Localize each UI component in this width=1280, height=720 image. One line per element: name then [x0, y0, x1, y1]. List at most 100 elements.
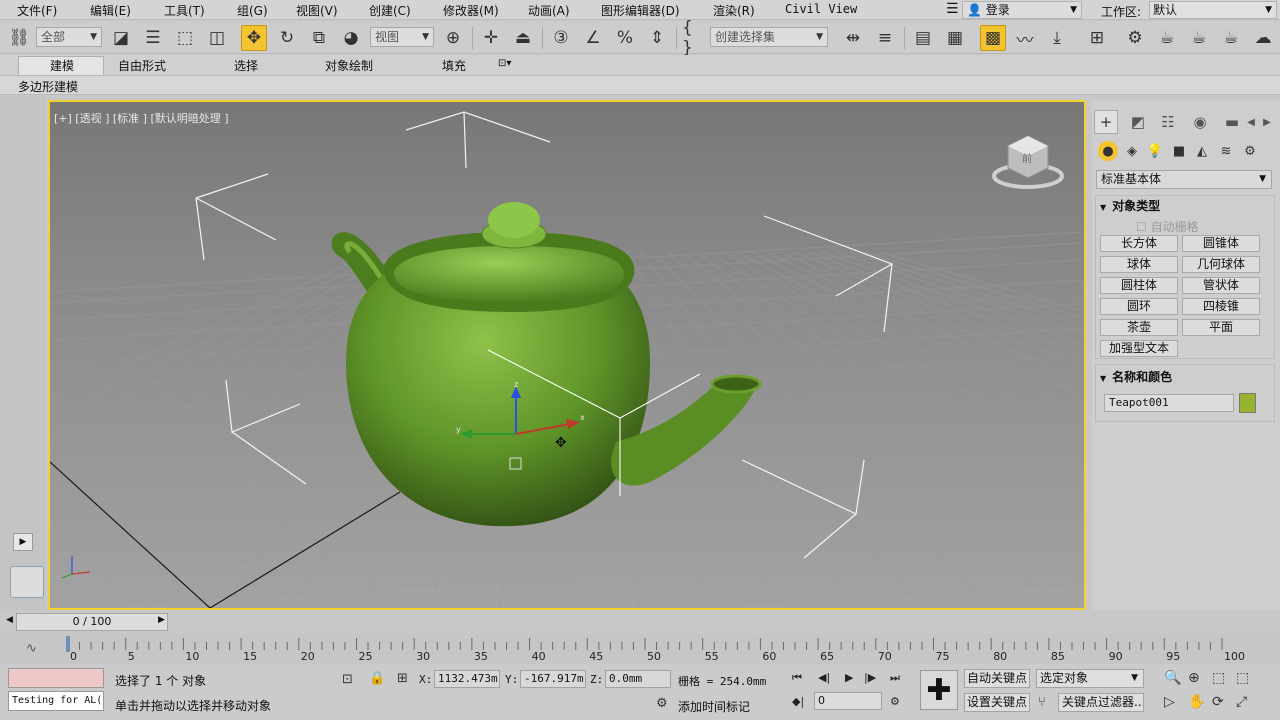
toggle-ribbon-icon[interactable]: ▦ — [942, 25, 968, 51]
absolute-relative-icon[interactable]: ⊞ — [397, 671, 408, 686]
zoom-icon[interactable]: 🔍 — [1164, 670, 1181, 686]
x-coordinate-field[interactable]: 1132.473m — [434, 670, 500, 688]
menu-view[interactable]: 视图(V) — [296, 2, 338, 19]
z-coordinate-field[interactable]: 0.0mm — [605, 670, 671, 688]
create-tab-icon[interactable]: + — [1094, 110, 1118, 134]
select-place-icon[interactable]: ◕ — [338, 25, 364, 51]
current-frame-field[interactable]: 0 — [814, 692, 882, 710]
object-type-button[interactable]: 四棱锥 — [1182, 298, 1260, 315]
edit-named-sets-icon[interactable]: { } — [682, 18, 708, 58]
time-tag-icon[interactable]: ⚙ — [656, 696, 668, 711]
previous-frame-icon[interactable]: ◀| — [818, 671, 830, 684]
viewport-layout-tab[interactable] — [10, 566, 44, 598]
select-object-icon[interactable]: ◪ — [108, 25, 134, 51]
window-crossing-icon[interactable]: ◫ — [204, 25, 230, 51]
schematic-view-icon[interactable]: ⤓ — [1044, 25, 1070, 51]
select-manipulate-icon[interactable]: ✛ — [478, 25, 504, 51]
maxscript-listener-input[interactable] — [8, 668, 104, 688]
object-type-button[interactable]: 圆锥体 — [1182, 235, 1260, 252]
select-scale-icon[interactable]: ⧉ — [306, 25, 332, 51]
link-icon[interactable]: ⛓ — [6, 25, 32, 51]
menu-animation[interactable]: 动画(A) — [528, 2, 570, 19]
key-mode-select[interactable]: 选定对象 ▼ — [1036, 669, 1144, 688]
zoom-extents-icon[interactable]: ⬚ — [1212, 670, 1225, 686]
object-type-button[interactable]: 平面 — [1182, 319, 1260, 336]
menu-modifiers[interactable]: 修改器(M) — [443, 2, 499, 19]
curve-editor-icon[interactable]: 〰 — [1012, 25, 1038, 51]
ribbon-panel-label[interactable]: 多边形建模 — [18, 78, 78, 95]
time-next-icon[interactable]: ▶ — [158, 615, 165, 625]
ribbon-tab-modeling[interactable]: 建模 — [50, 57, 74, 74]
systems-icon[interactable]: ⚙ — [1240, 141, 1260, 161]
layer-explorer-icon[interactable]: ▤ — [910, 25, 936, 51]
menu-file[interactable]: 文件(F) — [17, 2, 57, 19]
align-icon[interactable]: ≡ — [872, 25, 898, 51]
render-production-icon[interactable]: ☕ — [1186, 25, 1212, 51]
key-filters-icon[interactable]: ⑂ — [1038, 695, 1046, 710]
scene-explorer-icon[interactable]: ▩ — [980, 25, 1006, 51]
motion-tab-icon[interactable]: ◉ — [1188, 110, 1212, 134]
object-name-field[interactable]: Teapot001 — [1104, 394, 1234, 412]
ribbon-tab-selection[interactable]: 选择 — [234, 57, 258, 74]
go-to-start-icon[interactable]: ⏮ — [792, 671, 802, 685]
rect-selection-icon[interactable]: ⬚ — [172, 25, 198, 51]
render-setup-icon[interactable]: ⚙ — [1122, 25, 1148, 51]
menu-rendering[interactable]: 渲染(R) — [713, 2, 755, 19]
object-type-button[interactable]: 管状体 — [1182, 277, 1260, 294]
menu-create[interactable]: 创建(C) — [369, 2, 411, 19]
lights-icon[interactable]: 💡 — [1145, 141, 1165, 161]
time-slider[interactable]: 0 / 100 — [16, 613, 168, 631]
cameras-icon[interactable]: ■ — [1169, 141, 1189, 161]
time-config-icon[interactable]: ⚙ — [890, 695, 900, 708]
go-to-end-icon[interactable]: ⏭ — [890, 671, 900, 685]
workspace-select[interactable]: 默认 ▼ — [1149, 1, 1277, 19]
ribbon-options-icon[interactable]: ⊡▾ — [498, 58, 511, 69]
auto-key-button[interactable]: 自动关键点 — [964, 669, 1030, 688]
set-key-icon[interactable]: ✚ — [920, 670, 958, 710]
play-arrow-icon[interactable]: ▶ — [13, 533, 33, 551]
object-type-button[interactable]: 球体 — [1100, 256, 1178, 273]
set-key-button[interactable]: 设置关键点 — [964, 693, 1030, 712]
object-type-button[interactable]: 长方体 — [1100, 235, 1178, 252]
perspective-viewport[interactable]: z y x ✥ 前 [+] [透视 ] [标准 ] [默认明暗处理 ] — [48, 100, 1086, 610]
percent-snap-icon[interactable]: % — [612, 25, 638, 51]
object-color-swatch[interactable] — [1239, 393, 1256, 413]
menu-civil-view[interactable]: Civil View — [785, 2, 857, 16]
field-of-view-icon[interactable]: ▷ — [1164, 694, 1175, 710]
render-cloud-icon[interactable]: ☁ — [1250, 25, 1276, 51]
snaps-toggle-icon[interactable]: ③ — [548, 25, 574, 51]
modify-tab-icon[interactable]: ◩ — [1126, 110, 1150, 134]
mirror-icon[interactable]: ⇹ — [840, 25, 866, 51]
object-type-button[interactable]: 茶壶 — [1100, 319, 1178, 336]
object-type-rollout-header[interactable]: ▼ 对象类型 — [1100, 197, 1160, 214]
render-iterative-icon[interactable]: ☕ — [1218, 25, 1244, 51]
object-type-button[interactable]: 加强型文本 — [1100, 340, 1178, 357]
track-ruler[interactable]: 0 5 10 15 20 25 30 35 40 45 50 55 60 65 70 75 80 85 90 95 10… — [48, 634, 1280, 664]
auto-grid-checkbox[interactable]: ☐ 自动栅格 — [1136, 218, 1199, 235]
helpers-icon[interactable]: ◭ — [1192, 141, 1212, 161]
maximize-viewport-icon[interactable]: ⤢ — [1236, 694, 1247, 710]
key-filters-button[interactable]: 关键点过滤器... — [1058, 693, 1144, 712]
keyboard-shortcut-icon[interactable]: ⏏ — [510, 25, 536, 51]
material-editor-icon[interactable]: ⊞ — [1084, 25, 1110, 51]
render-frame-icon[interactable]: ☕ — [1154, 25, 1180, 51]
menu-overflow-icon[interactable]: ☰ — [946, 1, 959, 17]
object-type-button[interactable]: 圆柱体 — [1100, 277, 1178, 294]
ribbon-tab-populate[interactable]: 填充 — [442, 57, 466, 74]
select-move-icon[interactable]: ✥ — [241, 25, 267, 51]
track-bar[interactable]: ∿ 0 5 10 15 20 25 30 35 40 45 50 55 60 65 70 75 80 85 90 95… — [0, 634, 1280, 664]
angle-snap-icon[interactable]: ∠ — [580, 25, 606, 51]
next-frame-icon[interactable]: |▶ — [864, 671, 876, 684]
select-by-name-icon[interactable]: ☰ — [140, 25, 166, 51]
login-dropdown[interactable]: 👤 登录 ▼ — [962, 1, 1082, 19]
ribbon-tab-object-paint[interactable]: 对象绘制 — [325, 57, 373, 74]
space-warps-icon[interactable]: ≋ — [1216, 141, 1236, 161]
y-coordinate-field[interactable]: -167.917m — [520, 670, 586, 688]
object-type-button[interactable]: 几何球体 — [1182, 256, 1260, 273]
reference-coord-select[interactable]: 视图 ▼ — [370, 27, 434, 47]
mini-curve-editor-icon[interactable]: ∿ — [26, 641, 37, 656]
pan-icon[interactable]: ✋ — [1188, 694, 1205, 710]
geometry-icon[interactable]: ● — [1098, 141, 1118, 161]
name-color-rollout-header[interactable]: ▼ 名称和颜色 — [1100, 368, 1172, 385]
menu-edit[interactable]: 编辑(E) — [90, 2, 131, 19]
